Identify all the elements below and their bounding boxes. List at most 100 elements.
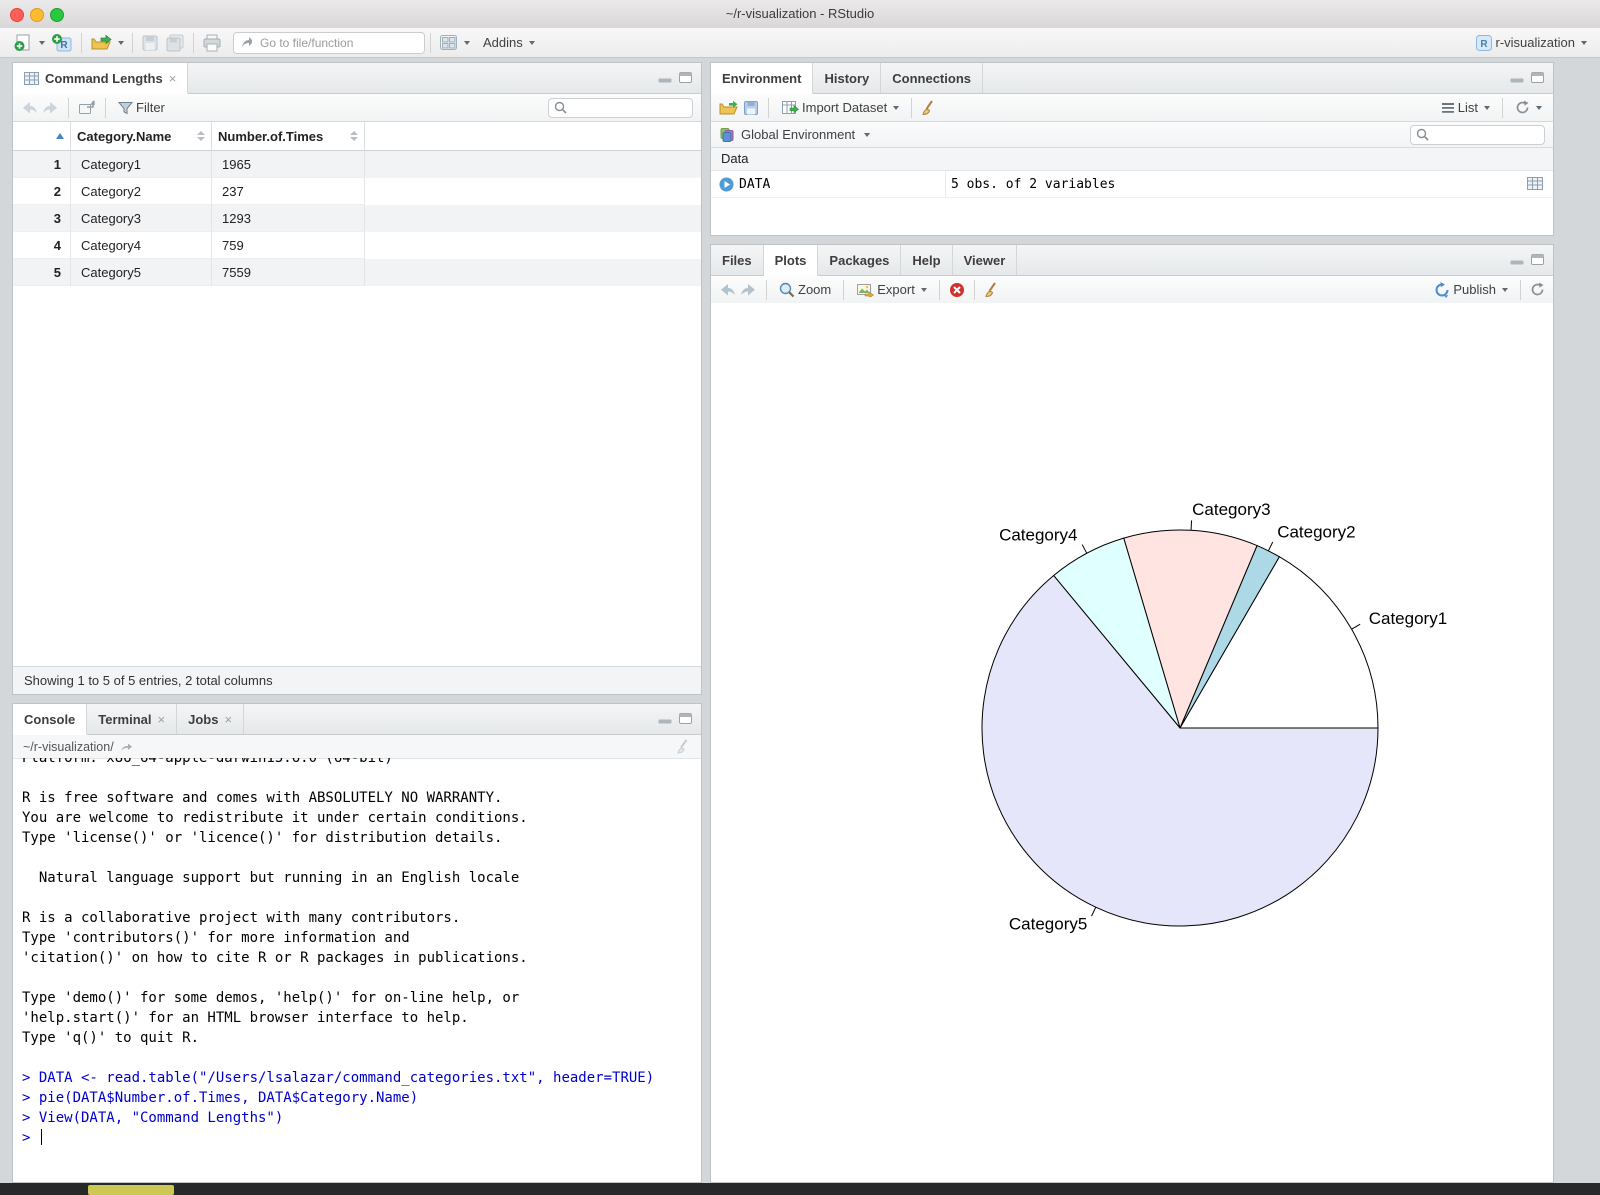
import-dataset-caret bbox=[893, 105, 900, 110]
maximize-pane-icon[interactable] bbox=[679, 72, 692, 83]
table-row[interactable]: 2 Category2 237 bbox=[13, 178, 701, 205]
tab-environment[interactable]: Environment bbox=[711, 63, 814, 94]
clear-console-broom-icon[interactable] bbox=[676, 739, 691, 754]
previous-plot-icon[interactable] bbox=[719, 283, 736, 297]
pie-label: Category1 bbox=[1369, 609, 1447, 628]
tab-close-icon[interactable]: × bbox=[224, 712, 232, 727]
console-pane: Console Terminal × Jobs × ~/r-visualizatio… bbox=[12, 703, 702, 1183]
load-workspace-icon[interactable] bbox=[719, 100, 739, 116]
save-workspace-icon[interactable] bbox=[743, 100, 759, 116]
open-file-button[interactable] bbox=[90, 31, 124, 55]
back-icon[interactable] bbox=[21, 101, 38, 115]
scope-caret bbox=[864, 132, 871, 137]
project-selector[interactable]: R r-visualization bbox=[1475, 31, 1587, 55]
refresh-icon bbox=[1516, 100, 1529, 114]
refresh-plot-icon[interactable] bbox=[1530, 282, 1545, 297]
print-button[interactable] bbox=[202, 31, 222, 55]
new-file-button[interactable] bbox=[13, 31, 45, 55]
publish-button[interactable]: Publish bbox=[1434, 278, 1508, 302]
console-tabbar: Console Terminal × Jobs × bbox=[13, 704, 701, 735]
print-icon bbox=[203, 34, 221, 51]
tab-files[interactable]: Files bbox=[711, 245, 764, 275]
svg-text:R: R bbox=[60, 40, 68, 51]
data-grid-icon bbox=[24, 71, 39, 85]
table-row[interactable]: 4 Category4 759 bbox=[13, 232, 701, 259]
next-plot-icon[interactable] bbox=[740, 283, 757, 297]
viewer-status-text: Showing 1 to 5 of 5 entries, 2 total col… bbox=[13, 666, 701, 694]
tab-jobs[interactable]: Jobs × bbox=[177, 704, 245, 734]
new-project-button[interactable]: R bbox=[51, 31, 73, 55]
tab-plots[interactable]: Plots bbox=[763, 245, 819, 276]
global-environment-icon[interactable] bbox=[719, 127, 735, 143]
tab-terminal[interactable]: Terminal × bbox=[87, 704, 178, 734]
refresh-caret bbox=[1536, 105, 1542, 110]
goto-file-box[interactable] bbox=[233, 31, 425, 54]
tab-help[interactable]: Help bbox=[901, 245, 953, 275]
goto-arrow-icon bbox=[242, 37, 252, 47]
tab-packages[interactable]: Packages bbox=[818, 245, 902, 275]
tab-console[interactable]: Console bbox=[13, 704, 88, 735]
tab-command-lengths[interactable]: Command Lengths × bbox=[13, 63, 189, 94]
environment-search-box[interactable] bbox=[1410, 124, 1545, 145]
new-project-icon: R bbox=[52, 33, 72, 51]
maximize-pane-icon[interactable] bbox=[679, 713, 692, 724]
export-plot-button[interactable]: Export bbox=[856, 278, 927, 302]
console-line: Type 'q()' to quit R. bbox=[22, 1030, 200, 1046]
console-line: R is a collaborative project with many c… bbox=[22, 910, 461, 926]
maximize-pane-icon[interactable] bbox=[1531, 254, 1544, 265]
clear-all-plots-broom-icon[interactable] bbox=[984, 281, 1000, 298]
zoom-plot-button[interactable]: Zoom bbox=[779, 278, 831, 302]
forward-icon[interactable] bbox=[42, 101, 59, 115]
maximize-pane-icon[interactable] bbox=[1531, 72, 1544, 83]
open-in-window-icon[interactable] bbox=[78, 100, 96, 115]
env-view-mode-button[interactable]: List bbox=[1441, 96, 1490, 120]
clear-environment-broom-icon[interactable] bbox=[921, 99, 937, 116]
addins-label: Addins bbox=[483, 35, 523, 50]
table-row[interactable]: 1 Category1 1965 bbox=[13, 151, 701, 178]
tab-label: Command Lengths bbox=[45, 70, 163, 86]
minimize-pane-icon[interactable] bbox=[1510, 72, 1524, 83]
remove-plot-icon[interactable] bbox=[949, 282, 965, 298]
column-header-name[interactable]: Category.Name bbox=[71, 122, 212, 150]
tab-close-icon[interactable]: × bbox=[169, 71, 177, 86]
sort-ascending-icon bbox=[56, 133, 64, 139]
console-line: Type 'demo()' for some demos, 'help()' f… bbox=[22, 990, 520, 1006]
scope-label[interactable]: Global Environment bbox=[741, 127, 855, 142]
environment-object-row[interactable]: DATA 5 obs. of 2 variables bbox=[711, 171, 1553, 198]
viewer-search-box[interactable] bbox=[548, 97, 693, 118]
viewer-search-input[interactable] bbox=[571, 99, 687, 116]
minimize-pane-icon[interactable] bbox=[658, 713, 672, 724]
tab-history[interactable]: History bbox=[813, 63, 882, 93]
tab-connections[interactable]: Connections bbox=[881, 63, 983, 93]
table-row[interactable]: 3 Category3 1293 bbox=[13, 205, 701, 232]
goto-file-input[interactable] bbox=[258, 34, 417, 51]
environment-tabbar: Environment History Connections bbox=[711, 63, 1553, 94]
list-label: List bbox=[1457, 100, 1478, 115]
pane-layout-caret bbox=[464, 40, 470, 45]
table-row[interactable]: 5 Category5 7559 bbox=[13, 259, 701, 286]
addins-button[interactable]: Addins bbox=[483, 31, 535, 55]
filter-button[interactable]: Filter bbox=[118, 96, 165, 120]
expand-object-icon[interactable] bbox=[719, 177, 734, 192]
minimize-pane-icon[interactable] bbox=[1510, 254, 1524, 265]
pane-layout-button[interactable] bbox=[439, 31, 470, 55]
console-output[interactable]: Platform: x86_64-apple-darwin15.6.0 (64-… bbox=[13, 758, 701, 1182]
column-header-times[interactable]: Number.of.Times bbox=[212, 122, 365, 150]
console-line: > pie(DATA$Number.of.Times, DATA$Categor… bbox=[22, 1090, 419, 1106]
search-icon bbox=[554, 101, 567, 114]
goto-directory-icon[interactable] bbox=[120, 741, 133, 752]
pie-label: Category2 bbox=[1277, 523, 1355, 542]
save-all-button[interactable] bbox=[165, 31, 185, 55]
import-dataset-button[interactable]: Import Dataset bbox=[781, 96, 900, 120]
tab-viewer[interactable]: Viewer bbox=[953, 245, 1018, 275]
minimize-pane-icon[interactable] bbox=[658, 72, 672, 83]
environment-search-input[interactable] bbox=[1433, 126, 1539, 143]
view-data-icon[interactable] bbox=[1527, 177, 1543, 190]
sort-toggle-icon bbox=[197, 131, 205, 141]
tab-close-icon[interactable]: × bbox=[158, 712, 166, 727]
rownum-header[interactable] bbox=[13, 122, 71, 150]
pie-label-tick bbox=[1190, 520, 1193, 531]
save-button[interactable] bbox=[141, 31, 159, 55]
refresh-environment-button[interactable] bbox=[1515, 96, 1542, 120]
